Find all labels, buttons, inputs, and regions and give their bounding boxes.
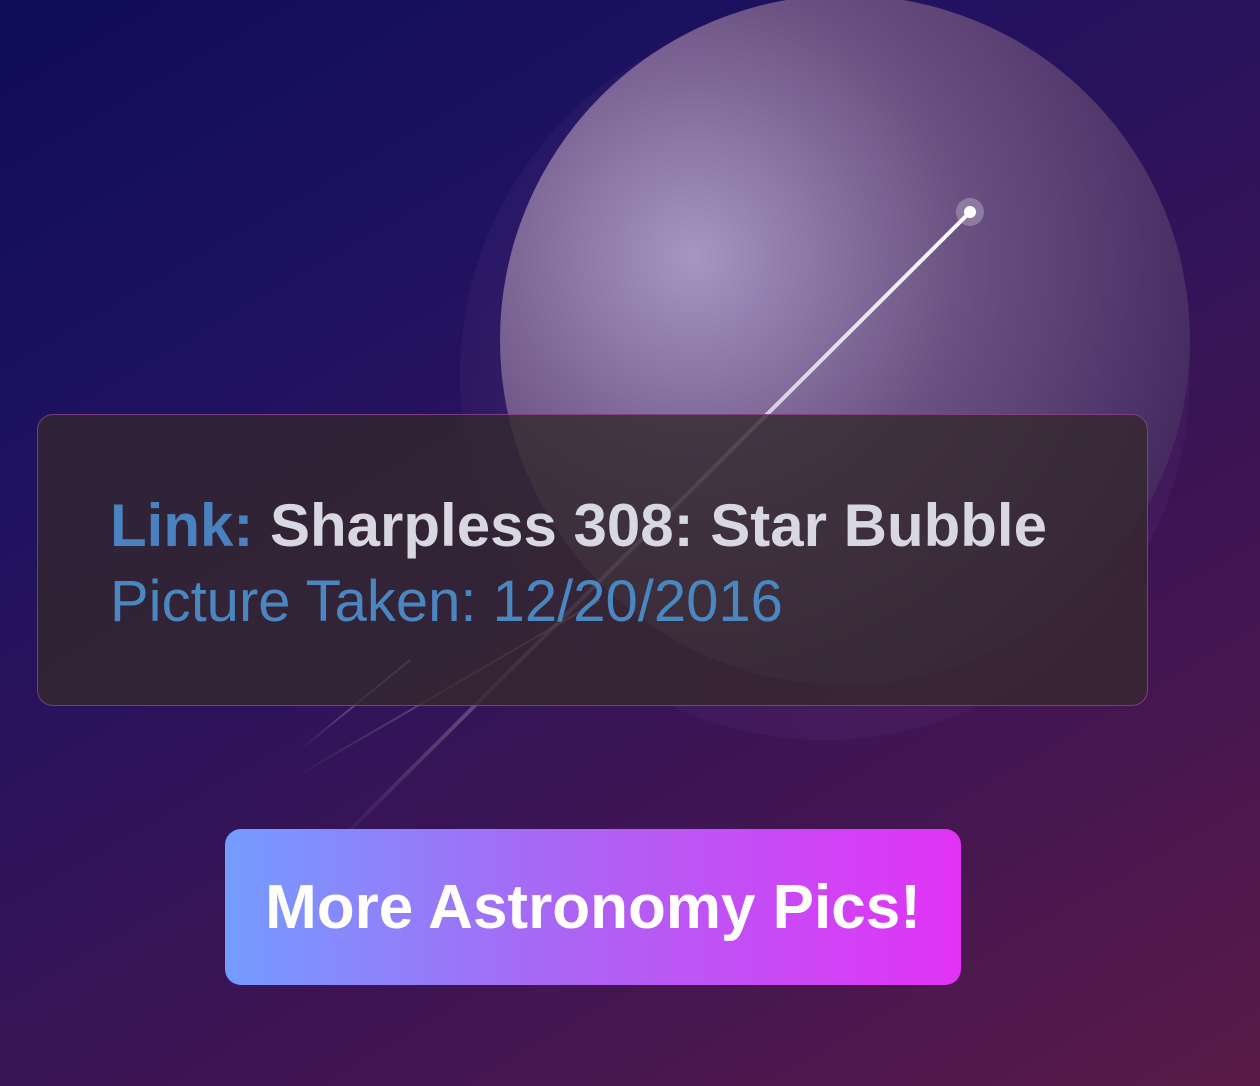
picture-title-link[interactable]: Sharpless 308: Star Bubble — [270, 492, 1047, 559]
picture-info-card: Link: Sharpless 308: Star Bubble Picture… — [37, 414, 1148, 706]
shooting-star-glow — [956, 198, 984, 226]
link-label: Link: — [110, 492, 254, 559]
link-line[interactable]: Link: Sharpless 308: Star Bubble — [110, 491, 1047, 561]
more-astronomy-pics-button[interactable]: More Astronomy Pics! — [225, 829, 961, 985]
date-value: 12/20/2016 — [492, 569, 783, 634]
date-label: Picture Taken: — [110, 569, 477, 634]
picture-date: Picture Taken: 12/20/2016 — [110, 567, 783, 637]
